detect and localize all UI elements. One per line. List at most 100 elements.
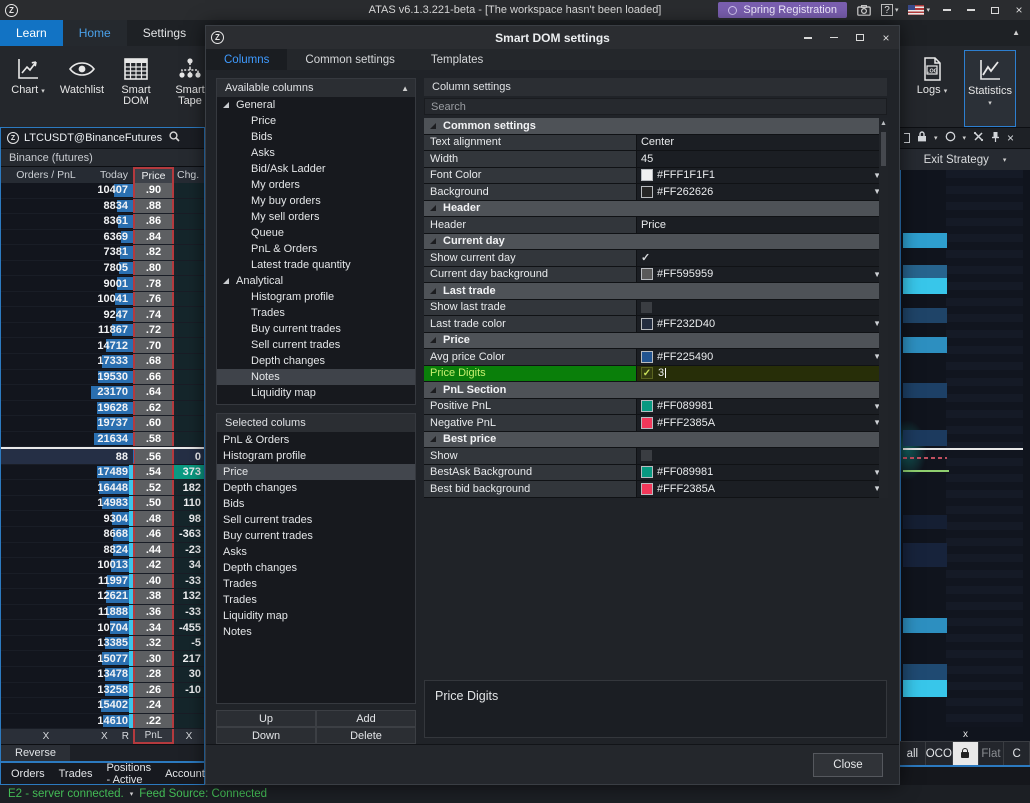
orders-cell[interactable] [1,558,91,573]
chg-cell[interactable]: 34 [174,558,204,573]
orders-cell[interactable] [1,214,91,229]
today-cell[interactable]: 9247 [91,307,133,322]
chg-cell[interactable] [174,230,204,245]
today-cell[interactable]: 15077 [91,651,133,666]
setting-row[interactable]: Best price ✓ ✓ ▼ ▲▼ [424,432,887,449]
spring-registration-button[interactable]: Spring Registration [718,2,847,18]
setting-row[interactable]: Best bid background ✓ ✓ #FFF2385A ▼ ▲▼ [424,481,887,498]
price-cell[interactable]: .28 [133,667,174,682]
dom-row[interactable]: 8668 .46 -363 [1,527,204,543]
price-cell[interactable]: .52 [133,480,174,495]
ladder-footer-x[interactable]: x [900,727,1030,741]
chg-cell[interactable]: -5 [174,636,204,651]
checkbox-checked-icon[interactable]: ✓ [641,251,650,264]
selected-column-item[interactable]: Bids [217,496,415,512]
col-header-orders[interactable]: Orders / PnL [1,167,91,183]
orders-cell[interactable] [1,698,91,713]
dom-row[interactable]: 9247 .74 [1,307,204,323]
chg-cell[interactable]: -10 [174,683,204,698]
setting-row[interactable]: Current day background ✓ ✓ #FF595959 ▼ [424,267,887,284]
orders-cell[interactable] [1,370,91,385]
dom-row[interactable]: 10704 .34 -455 [1,620,204,636]
maximize-button[interactable] [988,3,1002,17]
setting-value[interactable]: ✓ ✓ Center ▼ ▲▼ [637,135,887,151]
setting-row[interactable]: Common settings ✓ ✓ ▼ ▲▼ [424,118,887,135]
chg-cell[interactable]: 132 [174,589,204,604]
price-cell[interactable]: .48 [133,511,174,526]
price-cell[interactable]: .38 [133,589,174,604]
price-cell[interactable]: .72 [133,323,174,338]
expander-icon[interactable] [430,205,436,211]
today-cell[interactable]: 19530 [91,370,133,385]
search-input[interactable] [425,99,886,114]
dom-row[interactable]: 10041 .76 [1,292,204,308]
exit-strategy-select[interactable]: Exit Strategy ▾ [900,148,1030,170]
available-column-item[interactable]: Trades [217,305,415,321]
available-column-item[interactable]: My sell orders [217,209,415,225]
dom-row[interactable]: 10407 .90 [1,183,204,199]
checkbox-unchecked-icon[interactable] [641,450,652,461]
dom-row[interactable]: 16448 .52 182 [1,480,204,496]
orders-cell[interactable] [1,543,91,558]
setting-row[interactable]: Avg price Color ✓ ✓ #FF225490 ▼ ▲▼ [424,349,887,366]
expander-icon[interactable] [430,337,436,343]
price-cell[interactable]: .62 [133,401,174,416]
price-cell[interactable]: .84 [133,230,174,245]
setting-row[interactable]: Show ✓ ✓ ▼ ▲▼ [424,448,887,465]
watchlist-button[interactable]: Watchlist [56,50,108,127]
settings-scrollbar[interactable]: ▲ [879,118,888,498]
minimize-button[interactable] [964,3,978,17]
price-cell[interactable]: .32 [133,636,174,651]
chg-cell[interactable]: -33 [174,605,204,620]
orders-cell[interactable] [1,338,91,353]
close-button[interactable]: × [1012,3,1026,17]
orders-cell[interactable] [1,385,91,400]
pin-window-button[interactable] [940,3,954,17]
circle-mode-icon[interactable] [945,131,956,145]
close-panel-icon[interactable]: × [1007,131,1014,145]
setting-row[interactable]: Font Color ✓ ✓ #FFF1F1F1 ▼ ▲▼ [424,168,887,185]
selected-column-item[interactable]: Sell current trades [217,512,415,528]
today-cell[interactable]: 8361 [91,214,133,229]
selected-column-item[interactable]: Trades [217,592,415,608]
price-cell[interactable]: .54 [133,465,174,480]
collapse-icon[interactable]: ▲ [401,84,409,93]
dom-row[interactable]: 11888 .36 -33 [1,605,204,621]
price-cell[interactable]: .60 [133,416,174,431]
dom-row[interactable]: 19737 .60 [1,416,204,432]
price-cell[interactable]: .82 [133,245,174,260]
scroll-up-icon[interactable]: ▲ [879,120,888,127]
setting-row[interactable]: Show current day ✓ ✓ ▼ ▲▼ [424,250,887,267]
available-column-item[interactable]: Price [217,113,415,129]
chg-cell[interactable]: -33 [174,574,204,589]
dom-row[interactable]: 19628 .62 [1,401,204,417]
price-cell[interactable]: .26 [133,683,174,698]
available-column-item[interactable]: Buy current trades [217,321,415,337]
footer-orders-x[interactable]: X [1,729,91,744]
orders-cell[interactable] [1,432,91,447]
today-cell[interactable]: 9001 [91,276,133,291]
setting-row[interactable]: Show last trade ✓ ✓ ▼ ▲▼ [424,300,887,317]
today-cell[interactable]: 11888 [91,605,133,620]
dom-row[interactable]: 13258 .26 -10 [1,683,204,699]
price-cell[interactable]: .70 [133,338,174,353]
setting-row[interactable]: Background ✓ ✓ #FF262626 ▼ ▲▼ [424,184,887,201]
chg-cell[interactable] [174,214,204,229]
selected-column-item[interactable]: Notes [217,624,415,640]
price-cell[interactable]: .42 [133,558,174,573]
checkbox-unchecked-icon[interactable] [641,302,652,313]
edit-checkbox-icon[interactable]: ✓ [641,367,653,379]
price-cell[interactable]: .24 [133,698,174,713]
today-cell[interactable]: 10704 [91,620,133,635]
orders-cell[interactable] [1,465,91,480]
expander-icon[interactable] [430,238,436,244]
setting-value[interactable]: ✓ ✓ ▼ ▲▼ [637,250,887,266]
available-column-item[interactable]: Sell current trades [217,337,415,353]
bottom-tab[interactable]: Trades [53,768,99,780]
order-button[interactable]: OCO [926,742,953,765]
setting-row[interactable]: Header ✓ ✓ ▼ ▲▼ [424,201,887,218]
orders-cell[interactable] [1,323,91,338]
orders-cell[interactable] [1,683,91,698]
available-column-item[interactable]: Bid/Ask Ladder [217,161,415,177]
close-button[interactable]: Close [813,753,883,777]
